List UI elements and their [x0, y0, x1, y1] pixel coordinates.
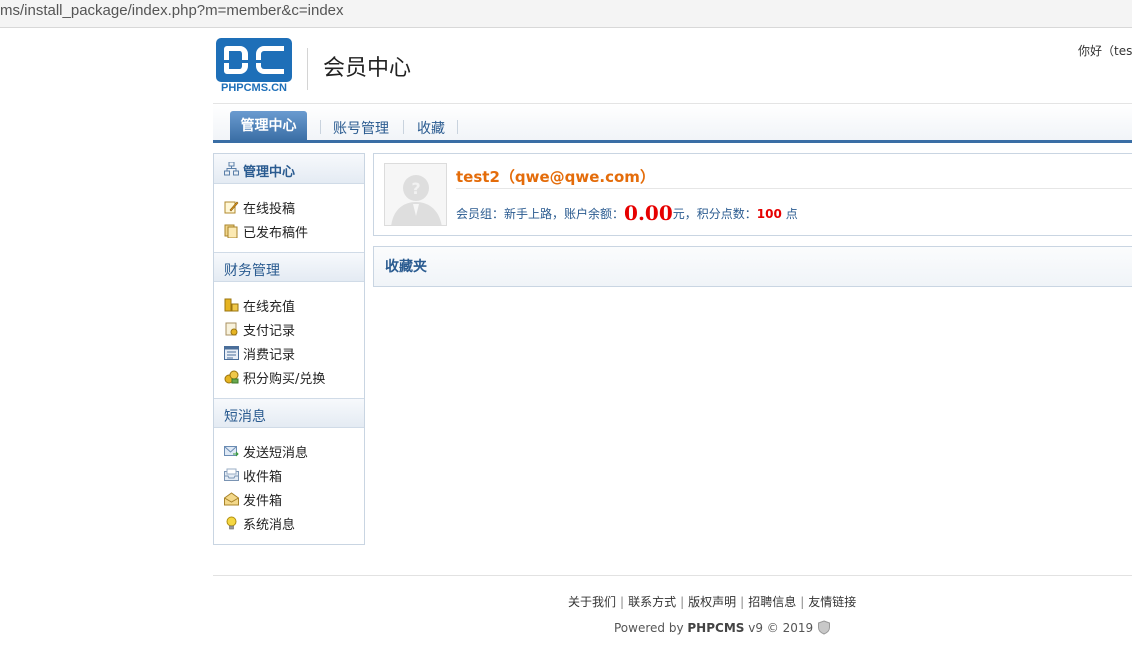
- tab-account-management[interactable]: 账号管理: [333, 118, 389, 138]
- url-text: ms/install_package/index.php?m=member&c=…: [0, 2, 344, 19]
- footer-link-copyright[interactable]: 版权声明: [688, 595, 736, 609]
- favorites-title: 收藏夹: [385, 259, 427, 275]
- send-mail-icon: [224, 446, 239, 457]
- sidebar-section-title: 财务管理: [224, 263, 280, 279]
- sitemap-icon: [224, 162, 239, 176]
- favorites-panel: 收藏夹: [373, 246, 1132, 287]
- pencil-icon: [224, 201, 239, 214]
- outbox-icon: [224, 492, 239, 506]
- tab-favorites[interactable]: 收藏: [417, 118, 445, 138]
- divider: [456, 188, 1132, 189]
- sidebar-section-header: 短消息: [214, 398, 364, 428]
- sidebar-section-title: 管理中心: [243, 165, 296, 180]
- bulb-icon: [226, 516, 237, 530]
- receipt-icon: [225, 322, 238, 336]
- points-label: ，积分点数：: [684, 207, 757, 221]
- tab-management-center[interactable]: 管理中心: [230, 111, 307, 141]
- avatar[interactable]: ?: [384, 163, 447, 226]
- sidebar-item-label: 支付记录: [243, 324, 296, 339]
- sidebar-item-label: 积分购买/兑换: [243, 372, 326, 387]
- footer-separator: |: [800, 595, 805, 609]
- sidebar-item-label: 已发布稿件: [243, 226, 309, 241]
- powered-suffix: v9 © 2019: [748, 621, 814, 635]
- account-balance: 0.00: [624, 201, 673, 225]
- sidebar-item-consumption-records[interactable]: 消费记录: [224, 344, 354, 363]
- sidebar-section-header: 管理中心: [214, 154, 364, 184]
- footer-link-about[interactable]: 关于我们: [568, 595, 616, 609]
- sidebar-item-label: 发件箱: [243, 494, 283, 509]
- account-stats: 会员组：新手上路，账户余额：0.00元，积分点数：100 点: [456, 199, 798, 225]
- user-greeting: 你好（test2: [1078, 44, 1132, 58]
- sidebar-item-label: 在线充值: [243, 300, 296, 315]
- logo-text: PHPCMS.CN: [220, 82, 287, 94]
- footer-link-jobs[interactable]: 招聘信息: [748, 595, 796, 609]
- sidebar-item-payment-records[interactable]: 支付记录: [224, 320, 354, 339]
- documents-icon: [224, 224, 238, 238]
- powered-by: Powered by PHPCMS v9 © 2019: [614, 617, 831, 635]
- balance-label: ，账户余额：: [552, 207, 625, 221]
- sidebar-item-label: 发送短消息: [243, 446, 309, 461]
- sidebar-item-system-messages[interactable]: 系统消息: [224, 514, 354, 533]
- browser-address-bar[interactable]: ms/install_package/index.php?m=member&c=…: [0, 0, 1132, 28]
- main-nav: 管理中心 账号管理 收藏: [213, 103, 1132, 143]
- shield-icon: [817, 620, 830, 635]
- profile-card: ? test2（qwe@qwe.com） 会员组：新手上路，账户余额：0.00元…: [373, 153, 1132, 236]
- sidebar-item-points-exchange[interactable]: 积分购买/兑换: [224, 368, 354, 387]
- sidebar-item-label: 在线投稿: [243, 202, 296, 217]
- sidebar: 管理中心 在线投稿 已发布稿件 财务管理 在线充值 支付记录 消费记录 积分购买…: [213, 153, 365, 545]
- inbox-icon: [224, 468, 239, 481]
- coin-exchange-icon: [224, 370, 239, 384]
- sidebar-section-header: 财务管理: [214, 252, 364, 282]
- points-value: 100: [756, 207, 782, 221]
- header-divider: [307, 48, 308, 90]
- page-title: 会员中心: [323, 56, 412, 81]
- footer-link-friends[interactable]: 友情链接: [808, 595, 856, 609]
- footer-links: 关于我们 | 联系方式 | 版权声明 | 招聘信息 | 友情链接: [568, 593, 856, 610]
- footer-divider: [213, 575, 1132, 576]
- balance-unit: 元: [672, 207, 685, 221]
- member-group: 新手上路: [504, 207, 553, 221]
- powered-prefix: Powered by: [614, 621, 684, 635]
- sidebar-item-send-message[interactable]: 发送短消息: [224, 442, 354, 461]
- sidebar-item-recharge[interactable]: 在线充值: [224, 296, 354, 315]
- points-unit: 点: [785, 207, 798, 221]
- footer-separator: |: [740, 595, 745, 609]
- coins-icon: [224, 298, 239, 312]
- sidebar-section-title: 短消息: [224, 409, 266, 425]
- sidebar-item-label: 收件箱: [243, 470, 283, 485]
- nav-separator: [320, 120, 321, 134]
- site-logo[interactable]: PHPCMS.CN: [215, 38, 293, 94]
- sidebar-item-submit-article[interactable]: 在线投稿: [224, 198, 354, 217]
- logo-mark: [216, 38, 292, 82]
- sidebar-item-inbox[interactable]: 收件箱: [224, 466, 354, 485]
- sidebar-item-label: 消费记录: [243, 348, 296, 363]
- nav-separator: [403, 120, 404, 134]
- sidebar-item-published-articles[interactable]: 已发布稿件: [224, 222, 354, 241]
- footer-link-contact[interactable]: 联系方式: [628, 595, 676, 609]
- svg-text:?: ?: [411, 179, 420, 198]
- username[interactable]: test2（qwe@qwe.com）: [456, 166, 655, 187]
- table-icon: [224, 346, 239, 360]
- footer-separator: |: [680, 595, 685, 609]
- default-avatar-icon: ?: [385, 164, 446, 225]
- sidebar-item-outbox[interactable]: 发件箱: [224, 490, 354, 509]
- group-label: 会员组：: [456, 207, 505, 221]
- nav-separator: [457, 120, 458, 134]
- sidebar-item-label: 系统消息: [243, 518, 296, 533]
- powered-brand[interactable]: PHPCMS: [687, 621, 744, 635]
- footer-separator: |: [620, 595, 625, 609]
